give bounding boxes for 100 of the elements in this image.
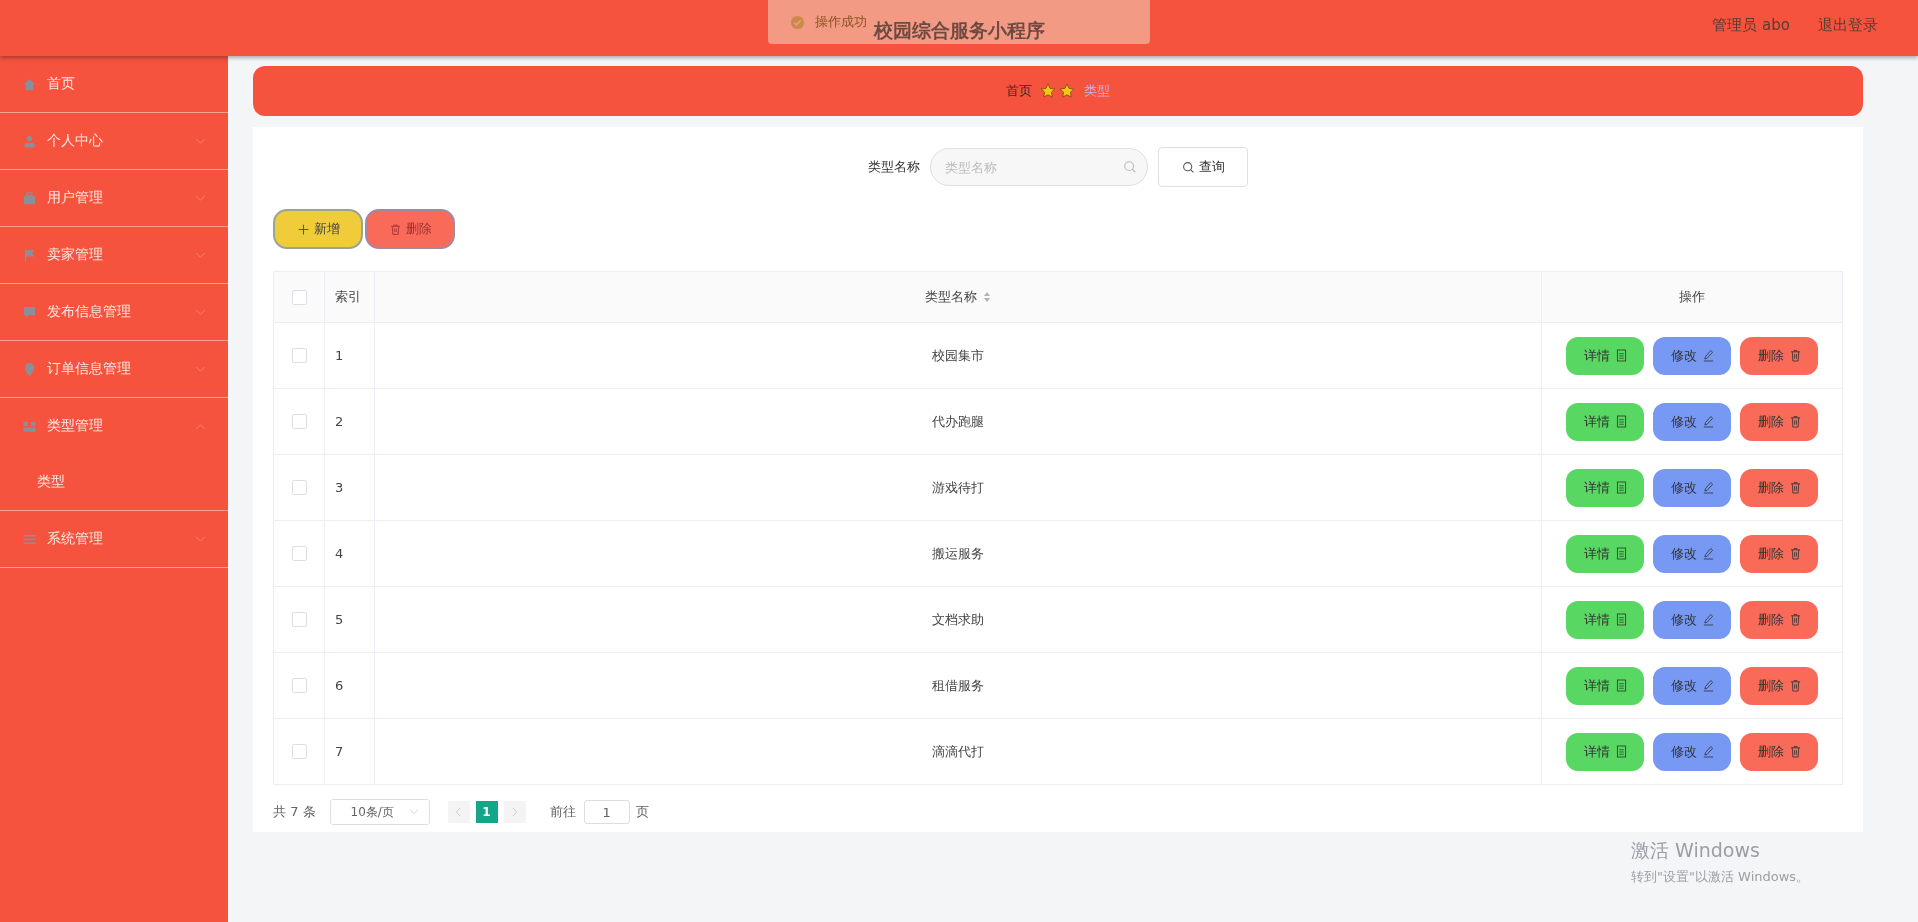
detail-button[interactable]: 详情 (1566, 534, 1644, 573)
detail-button[interactable]: 详情 (1566, 666, 1644, 705)
location-pin-icon (22, 361, 37, 377)
activation-title: 激活 Windows (1631, 838, 1761, 863)
pencil-icon (1702, 547, 1714, 560)
edit-button[interactable]: 修改 (1653, 732, 1731, 771)
sidebar-item[interactable]: 订单信息管理 (0, 341, 228, 397)
table-cell: 搬运服务 (932, 544, 984, 563)
delete-button[interactable]: 删除 (1740, 666, 1818, 705)
sort-icon[interactable] (983, 291, 991, 303)
row-checkbox[interactable] (291, 744, 307, 759)
page-number-button[interactable]: 1 (475, 801, 498, 823)
edit-button[interactable]: 修改 (1653, 402, 1731, 441)
detail-button[interactable]: 详情 (1566, 336, 1644, 375)
table-cell: 6 (325, 653, 375, 718)
table-cell: 租借服务 (932, 676, 984, 695)
table-cell: 校园集市 (932, 346, 984, 365)
previous-page-button[interactable] (447, 801, 470, 823)
table-cell: 代办跑腿 (932, 412, 984, 431)
briefcase-icon (22, 190, 37, 206)
flag-icon (22, 247, 37, 263)
check-circle-icon (790, 14, 805, 30)
document-icon (1615, 613, 1627, 626)
edit-button[interactable]: 修改 (1653, 600, 1731, 639)
sidebar-item[interactable]: 类型管理 (0, 398, 228, 454)
edit-button[interactable]: 修改 (1653, 336, 1731, 375)
pencil-icon (1702, 613, 1714, 626)
delete-button[interactable]: 删除 (365, 209, 455, 249)
logout-link[interactable]: 退出登录 (1818, 16, 1878, 35)
document-icon (1615, 415, 1627, 428)
search-label: 类型名称 (868, 158, 920, 176)
document-icon (1615, 745, 1627, 758)
delete-button[interactable]: 删除 (1740, 732, 1818, 771)
pencil-icon (1702, 349, 1714, 362)
row-checkbox[interactable] (291, 348, 307, 363)
delete-button[interactable]: 删除 (1740, 468, 1818, 507)
person-icon (22, 133, 37, 149)
page-input[interactable]: 1 (583, 800, 630, 824)
toast-message: 操作成功 (815, 13, 867, 31)
delete-button[interactable]: 删除 (1740, 600, 1818, 639)
table-cell: 3 (325, 455, 375, 520)
home-icon (22, 76, 37, 92)
total-count: 共 7 条 (273, 803, 316, 821)
plus-icon (296, 222, 310, 236)
add-button[interactable]: 新增 (273, 209, 363, 249)
pencil-icon (1702, 679, 1714, 692)
detail-button[interactable]: 详情 (1566, 402, 1644, 441)
user-name: 管理员 abo (1712, 16, 1790, 35)
pencil-icon (1702, 481, 1714, 494)
trash-icon (1789, 745, 1801, 758)
detail-button[interactable]: 详情 (1566, 732, 1644, 771)
breadcrumb-link[interactable]: 首页 (1006, 82, 1032, 100)
sidebar-subitem[interactable]: 类型 (0, 454, 228, 510)
edit-button[interactable]: 修改 (1653, 666, 1731, 705)
sidebar-item[interactable]: 个人中心 (0, 113, 228, 169)
detail-button[interactable]: 详情 (1566, 600, 1644, 639)
document-icon (1615, 679, 1627, 692)
detail-button[interactable]: 详情 (1566, 468, 1644, 507)
pencil-icon (1702, 415, 1714, 428)
delete-button[interactable]: 删除 (1740, 534, 1818, 573)
sidebar-item[interactable]: 系统管理 (0, 511, 228, 567)
column-header: 操作 (1678, 288, 1706, 306)
row-checkbox[interactable] (291, 678, 307, 693)
document-icon (1615, 481, 1627, 494)
search-icon (1123, 160, 1137, 174)
table-cell: 2 (325, 389, 375, 454)
delete-button[interactable]: 删除 (1740, 402, 1818, 441)
trash-icon (1789, 349, 1801, 362)
search-button[interactable]: 查询 (1158, 147, 1248, 187)
star-separator-icon (1040, 83, 1076, 99)
chat-bubble-icon (22, 304, 37, 320)
chevron-left-icon (455, 807, 463, 817)
caret-icon (408, 809, 419, 815)
trash-icon (1789, 679, 1801, 692)
row-checkbox[interactable] (291, 546, 307, 561)
sidebar-item[interactable]: 卖家管理 (0, 227, 228, 283)
pencil-icon (1702, 745, 1714, 758)
trash-icon (1789, 415, 1801, 428)
delete-button[interactable]: 删除 (1740, 336, 1818, 375)
row-checkbox[interactable] (291, 480, 307, 495)
row-checkbox[interactable] (291, 414, 307, 429)
edit-button[interactable]: 修改 (1653, 468, 1731, 507)
sidebar-item[interactable]: 用户管理 (0, 170, 228, 226)
app-title: 校园综合服务小程序 (873, 18, 1045, 43)
row-checkbox[interactable] (291, 612, 307, 627)
edit-button[interactable]: 修改 (1653, 534, 1731, 573)
search-field[interactable]: 类型名称 (930, 148, 1148, 186)
page-size-select[interactable]: 10条/页 (329, 799, 430, 825)
table-cell: 4 (325, 521, 375, 586)
sidebar-item[interactable]: 首页 (0, 56, 228, 112)
table-cell: 滴滴代打 (932, 742, 984, 761)
table-cell: 5 (325, 587, 375, 652)
column-header[interactable]: 类型名称 (925, 288, 977, 306)
select-all-checkbox[interactable] (291, 289, 307, 305)
next-page-button[interactable] (503, 801, 526, 823)
trash-icon (388, 222, 402, 236)
chevron-right-icon (511, 807, 519, 817)
sidebar-item[interactable]: 发布信息管理 (0, 284, 228, 340)
table-cell: 文档求助 (932, 610, 984, 629)
table-cell: 游戏待打 (932, 478, 984, 497)
